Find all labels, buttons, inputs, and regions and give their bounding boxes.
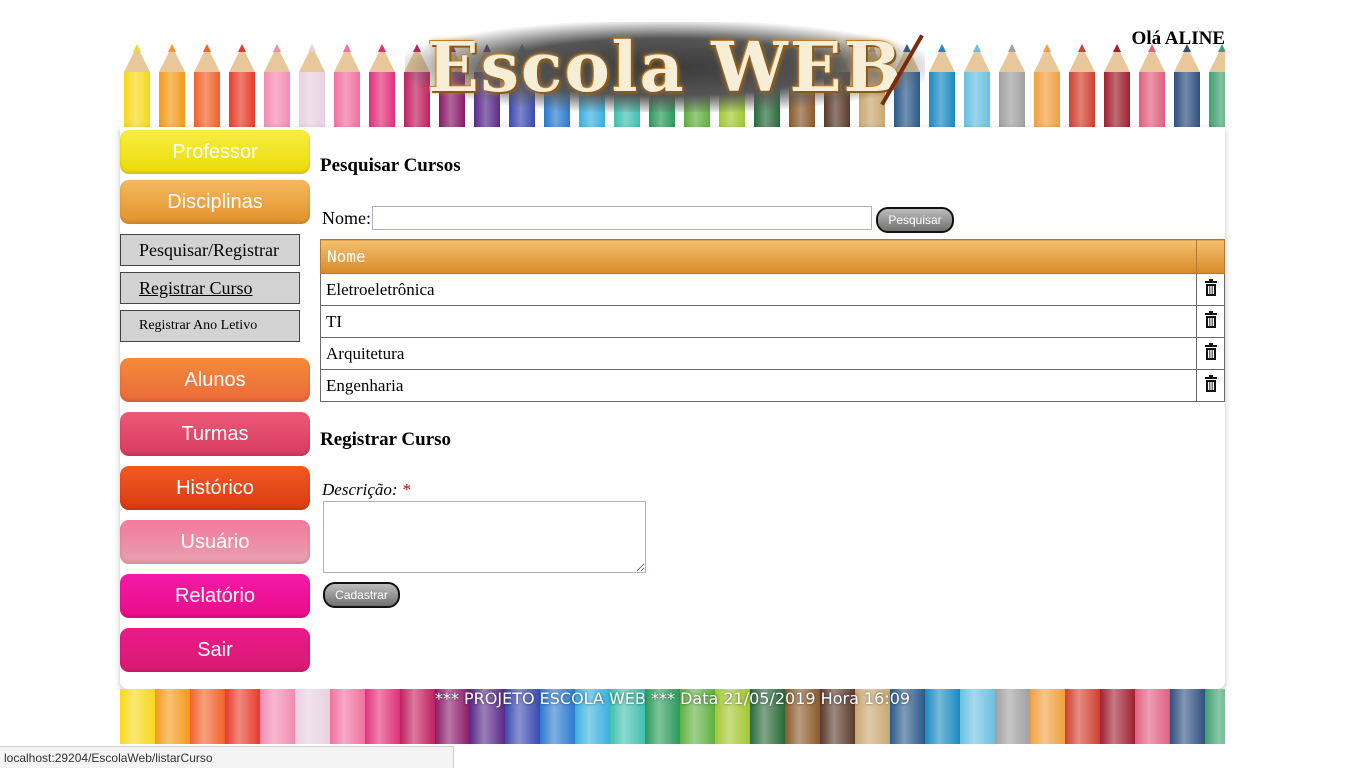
delete-cell	[1196, 369, 1225, 402]
table-row: Arquitetura	[320, 337, 1225, 370]
trash-icon[interactable]	[1204, 342, 1218, 365]
browser-status-url: localhost:29204/EscolaWeb/listarCurso	[0, 746, 454, 768]
menu-professor-button[interactable]: Professor	[120, 130, 310, 174]
description-textarea[interactable]	[323, 501, 646, 573]
register-title: Registrar Curso	[320, 429, 452, 450]
column-header-nome[interactable]: Nome	[320, 239, 1197, 274]
footer-text: *** PROJETO ESCOLA WEB *** Data 21/05/20…	[434, 689, 911, 708]
delete-cell	[1196, 273, 1225, 306]
name-search-input[interactable]	[372, 206, 872, 230]
pencil-icon	[155, 30, 190, 128]
pencil-icon	[190, 30, 225, 128]
course-name-cell: TI	[320, 305, 1197, 338]
table-row: Engenharia	[320, 369, 1225, 402]
user-greeting: Olá ALINE	[1131, 28, 1225, 49]
pencil-icon	[330, 30, 365, 128]
pencil-icon	[960, 30, 995, 128]
cadastrar-button[interactable]: Cadastrar	[323, 582, 400, 608]
name-label: Nome:	[322, 208, 371, 228]
course-name-cell: Arquitetura	[320, 337, 1197, 370]
column-header-actions	[1196, 239, 1225, 274]
trash-icon[interactable]	[1204, 374, 1218, 397]
menu-relatorio-button[interactable]: Relatório	[120, 574, 310, 618]
menu-usuario-button[interactable]: Usuário	[120, 520, 310, 564]
menu-alunos-button[interactable]: Alunos	[120, 358, 310, 402]
pencil-icon	[225, 30, 260, 128]
search-button[interactable]: Pesquisar	[876, 207, 954, 233]
pencil-icon	[1030, 30, 1065, 128]
table-row: TI	[320, 305, 1225, 338]
page-header: Escola WEB	[120, 0, 1225, 128]
submenu-pesquisar-registrar[interactable]: Pesquisar/Registrar	[120, 234, 300, 266]
pencil-icon	[995, 30, 1030, 128]
menu-sair-button[interactable]: Sair	[120, 628, 310, 672]
pencil-icon	[365, 30, 400, 128]
submenu-registrar-curso[interactable]: Registrar Curso	[120, 272, 300, 304]
required-marker: *	[401, 480, 411, 499]
logo: Escola WEB	[426, 28, 904, 108]
search-title: Pesquisar Cursos	[320, 155, 461, 176]
pencil-icon	[295, 30, 330, 128]
pencil-icon	[260, 30, 295, 128]
delete-cell	[1196, 305, 1225, 338]
trash-icon[interactable]	[1204, 310, 1218, 333]
menu-turmas-button[interactable]: Turmas	[120, 412, 310, 456]
course-name-cell: Eletroeletrônica	[320, 273, 1197, 306]
main-card: Professor Disciplinas Pesquisar/Registra…	[120, 127, 1225, 689]
delete-cell	[1196, 337, 1225, 370]
submenu-registrar-ano-letivo[interactable]: Registrar Ano Letivo	[120, 310, 300, 342]
menu-disciplinas-button[interactable]: Disciplinas	[120, 180, 310, 224]
description-label: Descrição: *	[322, 480, 410, 500]
description-label-text: Descrição:	[322, 480, 398, 499]
menu-historico-button[interactable]: Histórico	[120, 466, 310, 510]
table-row: Eletroeletrônica	[320, 273, 1225, 306]
pencil-icon	[925, 30, 960, 128]
courses-table: Nome Eletroeletrônica TI Arquitetura Engenh…	[320, 239, 1225, 402]
course-name-cell: Engenharia	[320, 369, 1197, 402]
trash-icon[interactable]	[1204, 278, 1218, 301]
pencil-icon	[120, 30, 155, 128]
